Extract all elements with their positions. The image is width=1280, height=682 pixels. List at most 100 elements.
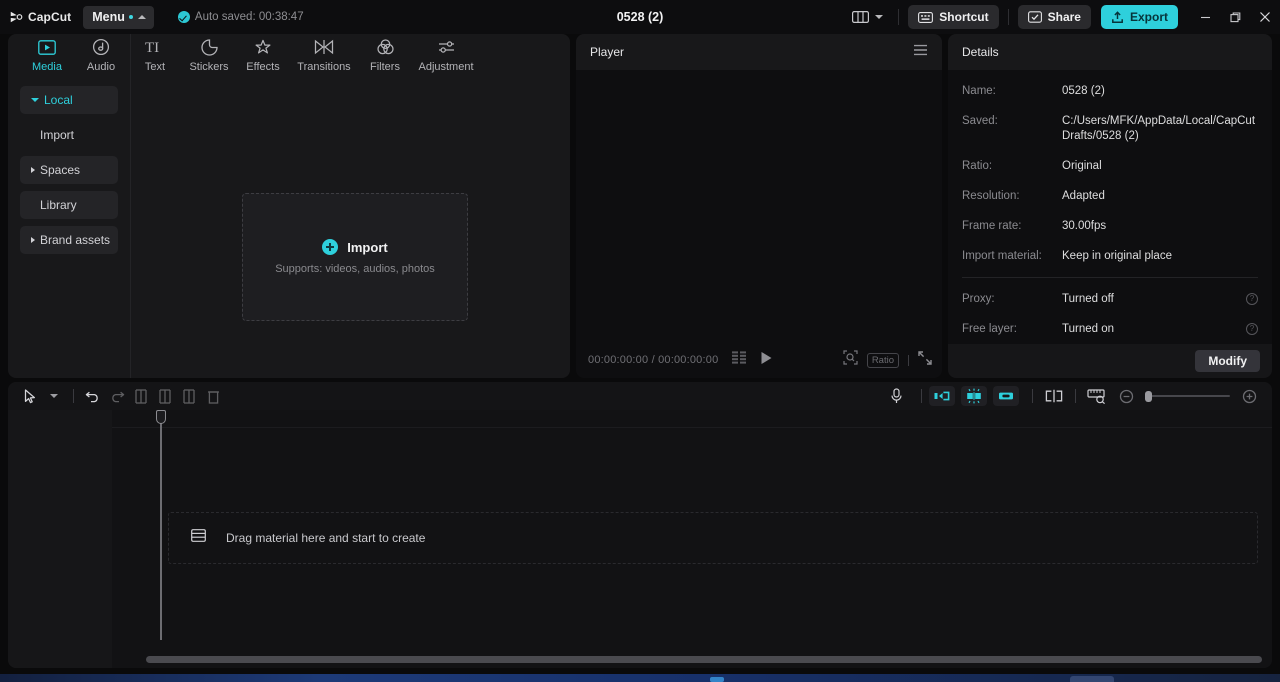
import-label: Import	[347, 240, 387, 255]
tab-filters[interactable]: Filters	[358, 34, 412, 73]
details-row-import-material: Import material: Keep in original place	[962, 249, 1258, 264]
playhead[interactable]	[160, 412, 162, 640]
player-view-controls: Ratio	[843, 350, 932, 370]
sidebar-item-library[interactable]: Library	[20, 191, 118, 219]
timeline-canvas[interactable]: Drag material here and start to create	[8, 410, 1272, 668]
menu-label: Menu	[92, 10, 125, 24]
auto-cut-right-button[interactable]	[993, 386, 1019, 406]
detail-value: Turned off	[1062, 292, 1246, 307]
titlebar-actions: Shortcut Share Export	[846, 0, 1280, 34]
divider	[1008, 9, 1009, 25]
tab-media[interactable]: Media	[20, 34, 74, 73]
close-button[interactable]	[1250, 0, 1280, 34]
trim-right-tool[interactable]	[177, 385, 201, 407]
menu-notification-dot	[129, 15, 133, 19]
help-icon[interactable]: ?	[1246, 323, 1258, 335]
svg-text:TI: TI	[145, 40, 159, 55]
details-row-free-layer: Free layer: Turned on ?	[962, 322, 1258, 337]
player-menu-button[interactable]	[913, 43, 928, 61]
filmstrip-icon	[191, 529, 206, 547]
player-header: Player	[576, 34, 942, 70]
tab-transitions[interactable]: Transitions	[290, 34, 358, 73]
minimize-button[interactable]	[1190, 0, 1220, 34]
details-row-saved: Saved: C:/Users/MFK/AppData/Local/CapCut…	[962, 114, 1258, 144]
detail-key: Free layer:	[962, 322, 1062, 337]
sidebar-item-import[interactable]: Import	[20, 121, 118, 149]
tab-adjustment[interactable]: Adjustment	[412, 34, 480, 73]
trim-left-tool[interactable]	[153, 385, 177, 407]
ruler-magnify-icon	[1087, 388, 1107, 404]
tool-dropdown-button[interactable]	[42, 385, 66, 407]
marker-button[interactable]	[1040, 385, 1068, 407]
divider	[962, 277, 1258, 278]
auto-cut-center-button[interactable]	[961, 386, 987, 406]
details-footer: Modify	[948, 344, 1272, 378]
details-panel: Details Name: 0528 (2) Saved: C:/Users/M…	[948, 34, 1272, 378]
help-icon[interactable]: ?	[1246, 293, 1258, 305]
snap-preview-button[interactable]	[1083, 385, 1111, 407]
timeline-ruler[interactable]	[112, 410, 1272, 428]
zoom-out-button[interactable]	[1115, 385, 1137, 407]
player-panel: Player 00:00:00:00 / 00:00:00:00	[576, 34, 942, 378]
shortcut-button[interactable]: Shortcut	[908, 5, 998, 29]
tab-label: Text	[145, 61, 165, 73]
tab-stickers[interactable]: Stickers	[182, 34, 236, 73]
minimize-icon	[1200, 12, 1211, 23]
import-dropzone[interactable]: Import Supports: videos, audios, photos	[242, 193, 468, 321]
select-arrow-tool[interactable]	[18, 385, 42, 407]
play-button[interactable]	[760, 351, 773, 370]
empty-track-dropzone[interactable]: Drag material here and start to create	[168, 512, 1258, 564]
zoom-in-button[interactable]	[1238, 385, 1260, 407]
menu-button[interactable]: Menu	[83, 6, 154, 29]
layout-switch-button[interactable]	[846, 6, 889, 28]
timeline-right-tools	[884, 385, 1264, 407]
tab-text[interactable]: TI Text	[128, 34, 182, 73]
media-panel: Media Audio TI Text	[8, 34, 570, 378]
modify-button[interactable]: Modify	[1195, 350, 1260, 372]
detail-value: 0528 (2)	[1062, 84, 1258, 99]
fullscreen-button[interactable]	[918, 351, 932, 370]
tab-audio[interactable]: Audio	[74, 34, 128, 73]
timeline-horizontal-scrollbar[interactable]	[146, 656, 1262, 663]
redo-tool[interactable]	[105, 385, 129, 407]
detail-key: Proxy:	[962, 292, 1062, 307]
split-tool[interactable]	[129, 385, 153, 407]
zoom-slider[interactable]	[1145, 395, 1230, 397]
sidebar-item-local[interactable]: Local	[20, 86, 118, 114]
player-transport	[732, 351, 773, 370]
sidebar-item-label: Import	[40, 128, 74, 142]
redo-icon	[109, 389, 125, 403]
fullscreen-icon	[918, 351, 932, 365]
share-screen-icon	[1028, 11, 1042, 23]
export-button[interactable]: Export	[1101, 5, 1178, 29]
undo-tool[interactable]	[81, 385, 105, 407]
share-button[interactable]: Share	[1018, 5, 1091, 29]
frames-list-icon	[732, 351, 748, 364]
restore-icon	[1230, 12, 1241, 23]
sidebar-item-spaces[interactable]: Spaces	[20, 156, 118, 184]
magnify-fit-button[interactable]	[843, 350, 858, 370]
trash-icon	[207, 389, 220, 404]
ratio-button[interactable]: Ratio	[867, 353, 899, 368]
delete-tool[interactable]	[201, 385, 225, 407]
auto-cut-left-button[interactable]	[929, 386, 955, 406]
tab-effects[interactable]: Effects	[236, 34, 290, 73]
sidebar-item-brand-assets[interactable]: Brand assets	[20, 226, 118, 254]
tab-label: Audio	[87, 61, 115, 73]
maximize-button[interactable]	[1220, 0, 1250, 34]
media-body: Local Import Spaces Library Brand assets	[8, 78, 570, 378]
undo-icon	[85, 389, 101, 403]
microphone-record-button[interactable]	[884, 385, 908, 407]
player-canvas[interactable]	[576, 70, 942, 342]
detail-key: Import material:	[962, 249, 1062, 264]
autosave-label: Auto saved: 00:38:47	[195, 11, 304, 23]
zoom-slider-handle[interactable]	[1145, 391, 1152, 402]
trim-right-icon	[182, 389, 196, 404]
import-row: Import	[322, 239, 387, 255]
check-circle-icon	[178, 11, 190, 23]
playhead-handle[interactable]	[156, 410, 166, 424]
capcut-logo-icon	[9, 10, 23, 24]
player-timecode: 00:00:00:00 / 00:00:00:00	[588, 354, 718, 366]
frames-list-button[interactable]	[732, 351, 748, 369]
share-label: Share	[1048, 10, 1081, 24]
